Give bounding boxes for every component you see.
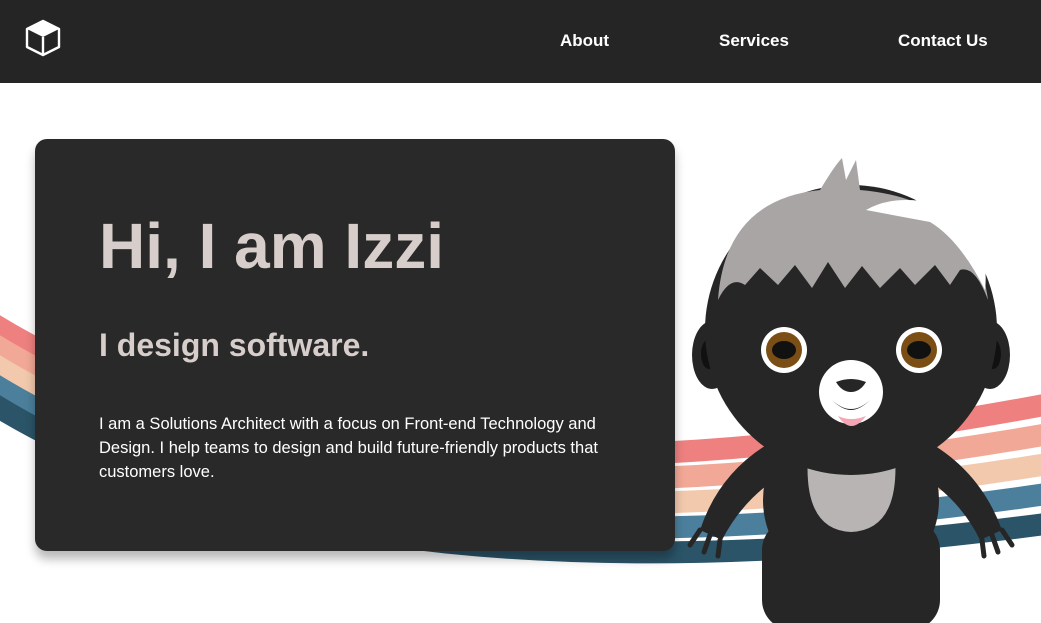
nav-link-about[interactable]: About — [560, 31, 609, 51]
hero-card: Hi, I am Izzi I design software. I am a … — [35, 139, 675, 551]
nav-link-services[interactable]: Services — [719, 31, 789, 51]
sloth-mascot-illustration — [687, 158, 1015, 623]
page: About Services Contact Us Hi, I am Izzi … — [0, 0, 1041, 623]
top-navigation-bar: About Services Contact Us — [0, 0, 1041, 83]
hero-subtitle: I design software. — [99, 327, 370, 363]
hero-description: I am a Solutions Architect with a focus … — [99, 415, 598, 481]
nav-link-contact-us[interactable]: Contact Us — [898, 31, 988, 51]
cube-logo-icon[interactable] — [24, 18, 62, 58]
hero-title: Hi, I am Izzi — [99, 210, 444, 282]
